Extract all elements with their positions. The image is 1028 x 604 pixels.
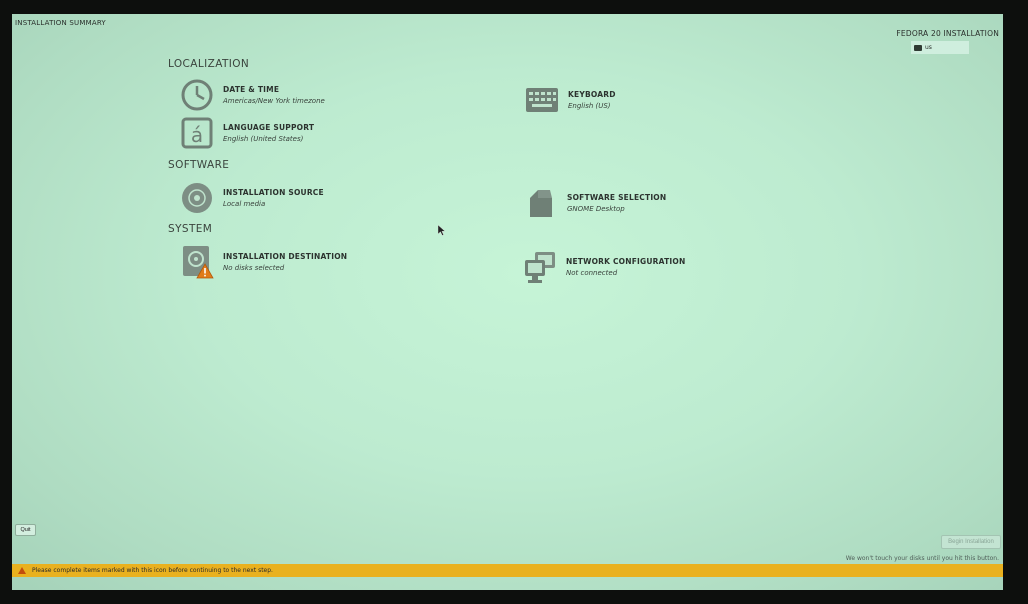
spoke-status: GNOME Desktop (567, 205, 625, 213)
installer-screen: INSTALLATION SUMMARY FEDORA 20 INSTALLAT… (12, 14, 1003, 590)
section-localization: LOCALIZATION (168, 58, 250, 70)
section-software: SOFTWARE (168, 159, 230, 171)
product-title: FEDORA 20 INSTALLATION (896, 29, 999, 38)
spoke-title: KEYBOARD (568, 90, 616, 99)
language-icon: á (180, 116, 214, 150)
spoke-title: DATE & TIME (223, 85, 280, 94)
spoke-software-selection[interactable]: SOFTWARE SELECTION GNOME Desktop (524, 186, 666, 220)
spoke-installation-destination[interactable]: INSTALLATION DESTINATION No disks select… (180, 245, 347, 279)
keyboard-layout-indicator[interactable]: us (911, 41, 969, 54)
network-icon (523, 250, 557, 284)
warning-text: Please complete items marked with this i… (32, 567, 273, 574)
spoke-installation-source[interactable]: INSTALLATION SOURCE Local media (180, 181, 324, 215)
spoke-status: Local media (223, 200, 266, 208)
spoke-language-support[interactable]: á LANGUAGE SUPPORT English (United State… (180, 116, 314, 150)
harddisk-warning-icon (180, 245, 214, 279)
disk-notice: We won't touch your disks until you hit … (845, 555, 999, 562)
clock-icon (180, 78, 214, 112)
spoke-status: English (United States) (223, 135, 304, 143)
spoke-title: LANGUAGE SUPPORT (223, 123, 315, 132)
package-icon (524, 186, 558, 220)
keyboard-small-icon (914, 44, 922, 51)
spoke-status: No disks selected (223, 264, 285, 272)
spoke-status: Not connected (566, 269, 618, 277)
quit-button[interactable]: Quit (15, 524, 36, 536)
spoke-title: INSTALLATION SOURCE (223, 188, 324, 197)
spoke-network-configuration[interactable]: NETWORK CONFIGURATION Not connected (523, 250, 685, 284)
spoke-title: SOFTWARE SELECTION (567, 193, 667, 202)
spoke-status: English (US) (568, 102, 611, 110)
spoke-status: Americas/New York timezone (223, 97, 325, 105)
warning-bar: Please complete items marked with this i… (12, 564, 1003, 577)
page-title: INSTALLATION SUMMARY (15, 19, 106, 27)
warning-icon (18, 567, 26, 574)
spoke-title: NETWORK CONFIGURATION (566, 257, 686, 266)
spoke-title: INSTALLATION DESTINATION (223, 252, 348, 261)
section-system: SYSTEM (168, 223, 213, 235)
keyboard-icon (525, 83, 559, 117)
mouse-pointer-icon (438, 225, 446, 236)
disc-icon (180, 181, 214, 215)
begin-installation-button[interactable]: Begin Installation (941, 535, 1001, 549)
svg-text:á: á (191, 123, 203, 147)
spoke-keyboard[interactable]: KEYBOARD English (US) (525, 83, 616, 117)
spoke-date-time[interactable]: DATE & TIME Americas/New York timezone (180, 78, 325, 112)
keyboard-layout-label: us (925, 44, 932, 51)
